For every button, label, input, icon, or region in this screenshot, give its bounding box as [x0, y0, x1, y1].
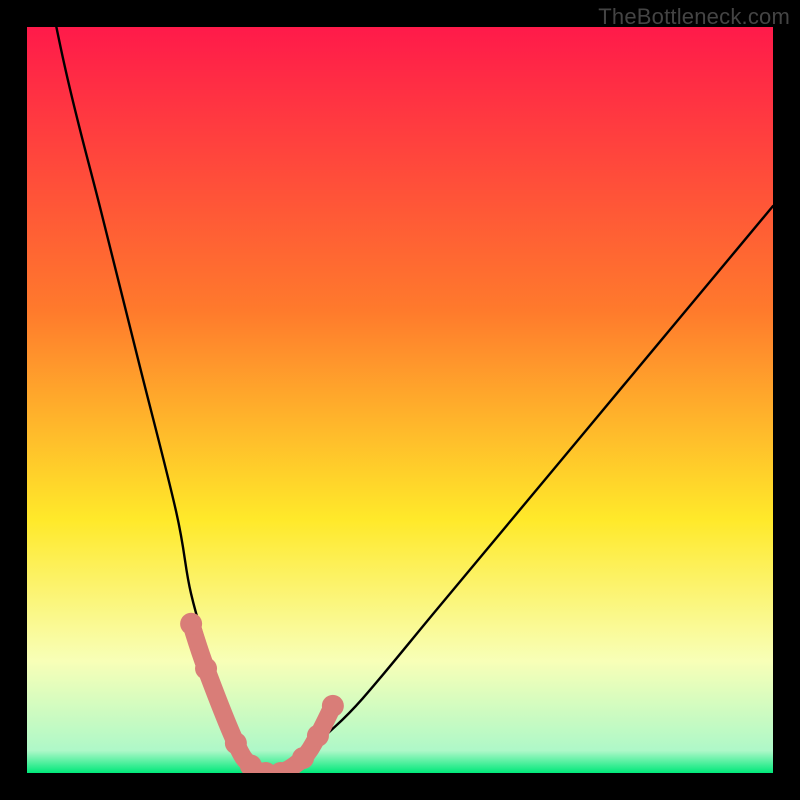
bottleneck-curve	[27, 27, 773, 773]
marker-dot	[195, 658, 217, 680]
marker-dot	[180, 613, 202, 635]
marker-dot	[292, 747, 314, 769]
marker-dot	[225, 732, 247, 754]
watermark-text: TheBottleneck.com	[598, 4, 790, 30]
curve-layer	[27, 27, 773, 773]
highlight-markers	[191, 624, 333, 773]
outer-frame: TheBottleneck.com	[0, 0, 800, 800]
marker-dot	[307, 725, 329, 747]
plot-area	[27, 27, 773, 773]
marker-dot	[322, 695, 344, 717]
